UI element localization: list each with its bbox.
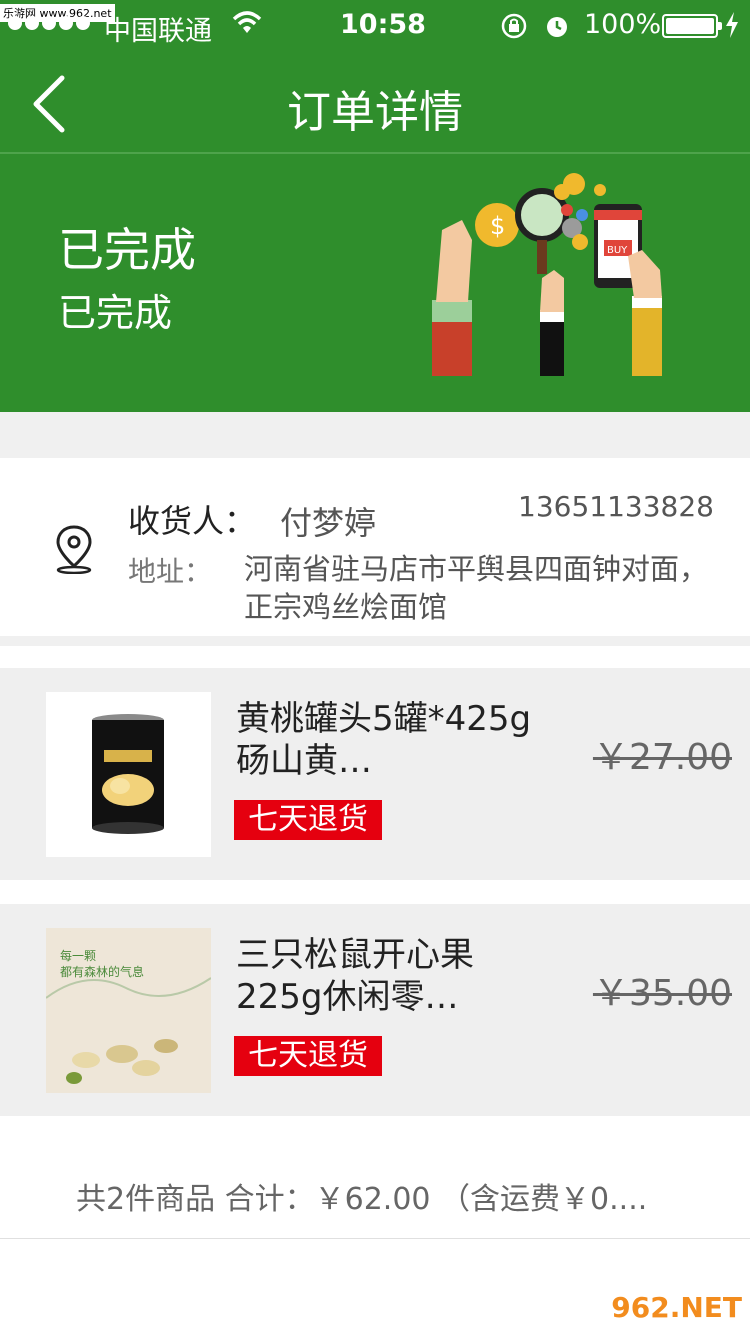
product-image <box>46 692 211 857</box>
nav-divider <box>0 152 750 154</box>
receiver-label: 收货人： <box>128 502 257 540</box>
product-name: 黄桃罐头5罐*425g 砀山黄… <box>236 699 532 781</box>
battery-percent: 100% <box>584 9 662 40</box>
return-policy-badge: 七天退货 <box>234 1036 382 1076</box>
rotation-lock-icon <box>501 13 527 39</box>
spacer <box>0 880 750 904</box>
page-title: 订单详情 <box>287 87 463 138</box>
product-price: ￥27.00 <box>592 737 732 778</box>
clock: 10:58 <box>340 9 426 40</box>
product-image-caption-1: 每一颗 <box>60 948 96 963</box>
nav-bar: 订单详情 <box>0 50 750 152</box>
charging-icon <box>726 12 738 38</box>
battery-icon <box>662 14 722 38</box>
address-section[interactable]: 收货人： 付梦婷 13651133828 地址： 河南省驻马店市平舆县四面钟对面… <box>0 458 750 636</box>
section-gap <box>0 412 750 458</box>
watermark-bottom: 962.NET <box>611 1291 742 1324</box>
shopping-illustration: $ BUY <box>432 173 662 376</box>
order-status-sub: 已完成 <box>58 291 173 335</box>
svg-text:BUY: BUY <box>607 245 628 256</box>
product-name: 三只松鼠开心果225g休闲零… <box>236 935 474 1017</box>
signal-icon <box>8 16 90 30</box>
alarm-icon <box>547 17 567 37</box>
spacer <box>0 646 750 668</box>
section-gap <box>0 636 750 646</box>
svg-text:$: $ <box>490 212 505 240</box>
product-image-caption-2: 都有森林的气息 <box>60 964 144 979</box>
product-image: 每一颗 都有森林的气息 <box>46 928 211 1093</box>
product-item[interactable]: 黄桃罐头5罐*425g 砀山黄… 七天退货 ￥27.00 <box>0 668 750 880</box>
receiver-name: 付梦婷 <box>280 504 377 542</box>
address-value: 河南省驻马店市平舆县四面钟对面，正宗鸡丝烩面馆 <box>244 552 709 624</box>
status-bar: 乐游网 www.962.net 中国联通 10:58 100% <box>0 0 750 50</box>
location-pin-icon <box>56 525 92 574</box>
carrier-label: 中国联通 <box>104 16 212 47</box>
wifi-icon <box>232 11 262 33</box>
return-policy-badge: 七天退货 <box>234 800 382 840</box>
receiver-phone: 13651133828 <box>518 490 714 523</box>
order-status-main: 已完成 <box>58 223 196 277</box>
product-item[interactable]: 每一颗 都有森林的气息 三只松鼠开心果225g休闲零… 七天退货 ￥35.00 <box>0 904 750 1116</box>
divider <box>0 1238 750 1239</box>
order-summary: 共2件商品 合计：￥62.00 （含运费￥0.... <box>76 1182 648 1217</box>
address-label: 地址： <box>128 555 213 588</box>
product-price: ￥35.00 <box>592 973 732 1014</box>
